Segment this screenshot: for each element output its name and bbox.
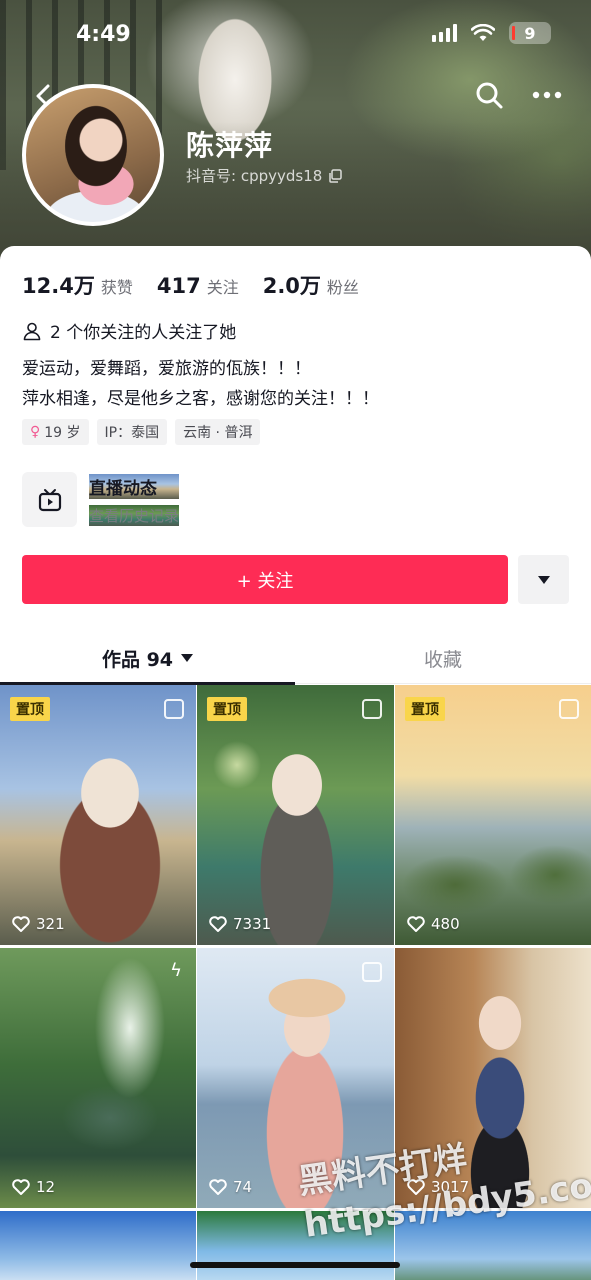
multi-image-icon bbox=[362, 962, 382, 982]
ip-tag: IP：泰国 bbox=[96, 419, 168, 445]
live-subtitle: 查看历史记录 bbox=[89, 504, 180, 526]
home-indicator bbox=[190, 1262, 400, 1268]
like-count: 12 bbox=[12, 1178, 55, 1196]
heart-outline-icon bbox=[209, 916, 227, 932]
video-tile[interactable]: 置顶 480 bbox=[395, 685, 591, 945]
tab-favorites[interactable]: 收藏 bbox=[295, 632, 591, 684]
wifi-icon bbox=[471, 24, 495, 41]
profile-nickname: 陈萍萍 bbox=[186, 129, 274, 162]
like-count: 7331 bbox=[209, 915, 271, 933]
female-icon: ♀ bbox=[30, 424, 41, 440]
video-tile[interactable] bbox=[0, 1211, 196, 1280]
more-options-icon[interactable] bbox=[530, 82, 564, 108]
bio-line: 爱运动，爱舞蹈，爱旅游的佤族！！！ bbox=[22, 359, 311, 379]
douyin-id-text: 抖音号: cppyyds18 bbox=[186, 167, 323, 185]
status-time: 4:49 bbox=[76, 22, 131, 47]
stat-followers[interactable]: 2.0万 粉丝 bbox=[263, 270, 359, 300]
pinned-badge: 置顶 bbox=[405, 697, 445, 721]
pinned-badge: 置顶 bbox=[10, 697, 50, 721]
like-count: 74 bbox=[209, 1178, 252, 1196]
live-title: 直播动态 bbox=[89, 473, 180, 499]
follow-button[interactable]: + 关注 bbox=[22, 555, 508, 604]
stat-likes-label: 获赞 bbox=[100, 278, 133, 297]
follow-button-label: + 关注 bbox=[236, 570, 294, 592]
like-count-value: 12 bbox=[36, 1178, 56, 1196]
tab-works[interactable]: 作品 94 bbox=[0, 632, 295, 685]
battery-level: 9 bbox=[524, 23, 536, 43]
stat-following-value: 417 bbox=[156, 274, 201, 298]
multi-image-icon bbox=[559, 699, 579, 719]
caret-down-icon bbox=[181, 653, 194, 662]
bio-line: 萍水相逢，尽是他乡之客，感谢您的关注！！！ bbox=[22, 389, 379, 409]
avatar[interactable] bbox=[22, 84, 164, 226]
like-count: 480 bbox=[407, 915, 460, 933]
like-count-value: 480 bbox=[431, 915, 460, 933]
multi-image-icon bbox=[164, 699, 184, 719]
heart-outline-icon bbox=[12, 916, 30, 932]
stat-likes-value: 12.4万 bbox=[22, 274, 95, 298]
multi-image-icon bbox=[362, 699, 382, 719]
recommend-dropdown-button[interactable] bbox=[518, 555, 569, 604]
stat-followers-label: 粉丝 bbox=[326, 278, 359, 297]
video-tile[interactable]: 置顶 7331 bbox=[197, 685, 394, 945]
heart-outline-icon bbox=[12, 1179, 30, 1195]
like-count-value: 7331 bbox=[233, 915, 272, 933]
douyin-id[interactable]: 抖音号: cppyyds18 bbox=[186, 165, 343, 186]
mutual-follow-row[interactable]: 2 个你关注的人关注了她 bbox=[22, 318, 236, 343]
video-tile[interactable]: 置顶 321 bbox=[0, 685, 196, 945]
stat-likes[interactable]: 12.4万 获赞 bbox=[22, 270, 133, 300]
person-icon bbox=[23, 322, 41, 340]
copy-icon[interactable] bbox=[328, 168, 343, 183]
search-icon[interactable] bbox=[474, 80, 504, 110]
like-count: 321 bbox=[12, 915, 65, 933]
pinned-badge: 置顶 bbox=[207, 697, 247, 721]
bio: 爱运动，爱舞蹈，爱旅游的佤族！！！ 萍水相逢，尽是他乡之客，感谢您的关注！！！ bbox=[22, 354, 379, 414]
tab-works-label: 作品 94 bbox=[101, 648, 174, 671]
mutual-follow-text: 2 个你关注的人关注了她 bbox=[50, 323, 237, 343]
heart-outline-icon bbox=[209, 1179, 227, 1195]
profile-tags: ♀ 19 岁 IP：泰国 云南 · 普洱 bbox=[22, 419, 261, 445]
stat-following-label: 关注 bbox=[206, 278, 239, 297]
content-tabs: 作品 94 收藏 bbox=[0, 632, 591, 685]
location-tag: 云南 · 普洱 bbox=[175, 419, 261, 445]
like-count-value: 74 bbox=[233, 1178, 253, 1196]
ip-tag-text: IP：泰国 bbox=[104, 425, 160, 441]
stat-following[interactable]: 417 关注 bbox=[157, 274, 239, 298]
stat-followers-value: 2.0万 bbox=[262, 274, 321, 298]
status-icons: 9 bbox=[432, 22, 551, 44]
video-tile[interactable]: ϟ 12 bbox=[0, 948, 196, 1208]
age-tag-text: 19 岁 bbox=[44, 425, 81, 441]
live-photo-icon: ϟ bbox=[170, 960, 182, 981]
live-tv-icon bbox=[22, 472, 77, 527]
live-history-entry[interactable]: 直播动态 查看历史记录 bbox=[22, 472, 180, 527]
battery-icon: 9 bbox=[509, 22, 551, 44]
tab-favorites-label: 收藏 bbox=[423, 648, 462, 671]
location-tag-text: 云南 · 普洱 bbox=[183, 425, 253, 441]
heart-outline-icon bbox=[407, 916, 425, 932]
cellular-signal-icon bbox=[432, 24, 457, 42]
profile-stats: 12.4万 获赞 417 关注 2.0万 粉丝 bbox=[22, 270, 359, 300]
age-tag: ♀ 19 岁 bbox=[22, 419, 89, 445]
caret-down-icon bbox=[537, 575, 550, 584]
like-count-value: 321 bbox=[36, 915, 65, 933]
